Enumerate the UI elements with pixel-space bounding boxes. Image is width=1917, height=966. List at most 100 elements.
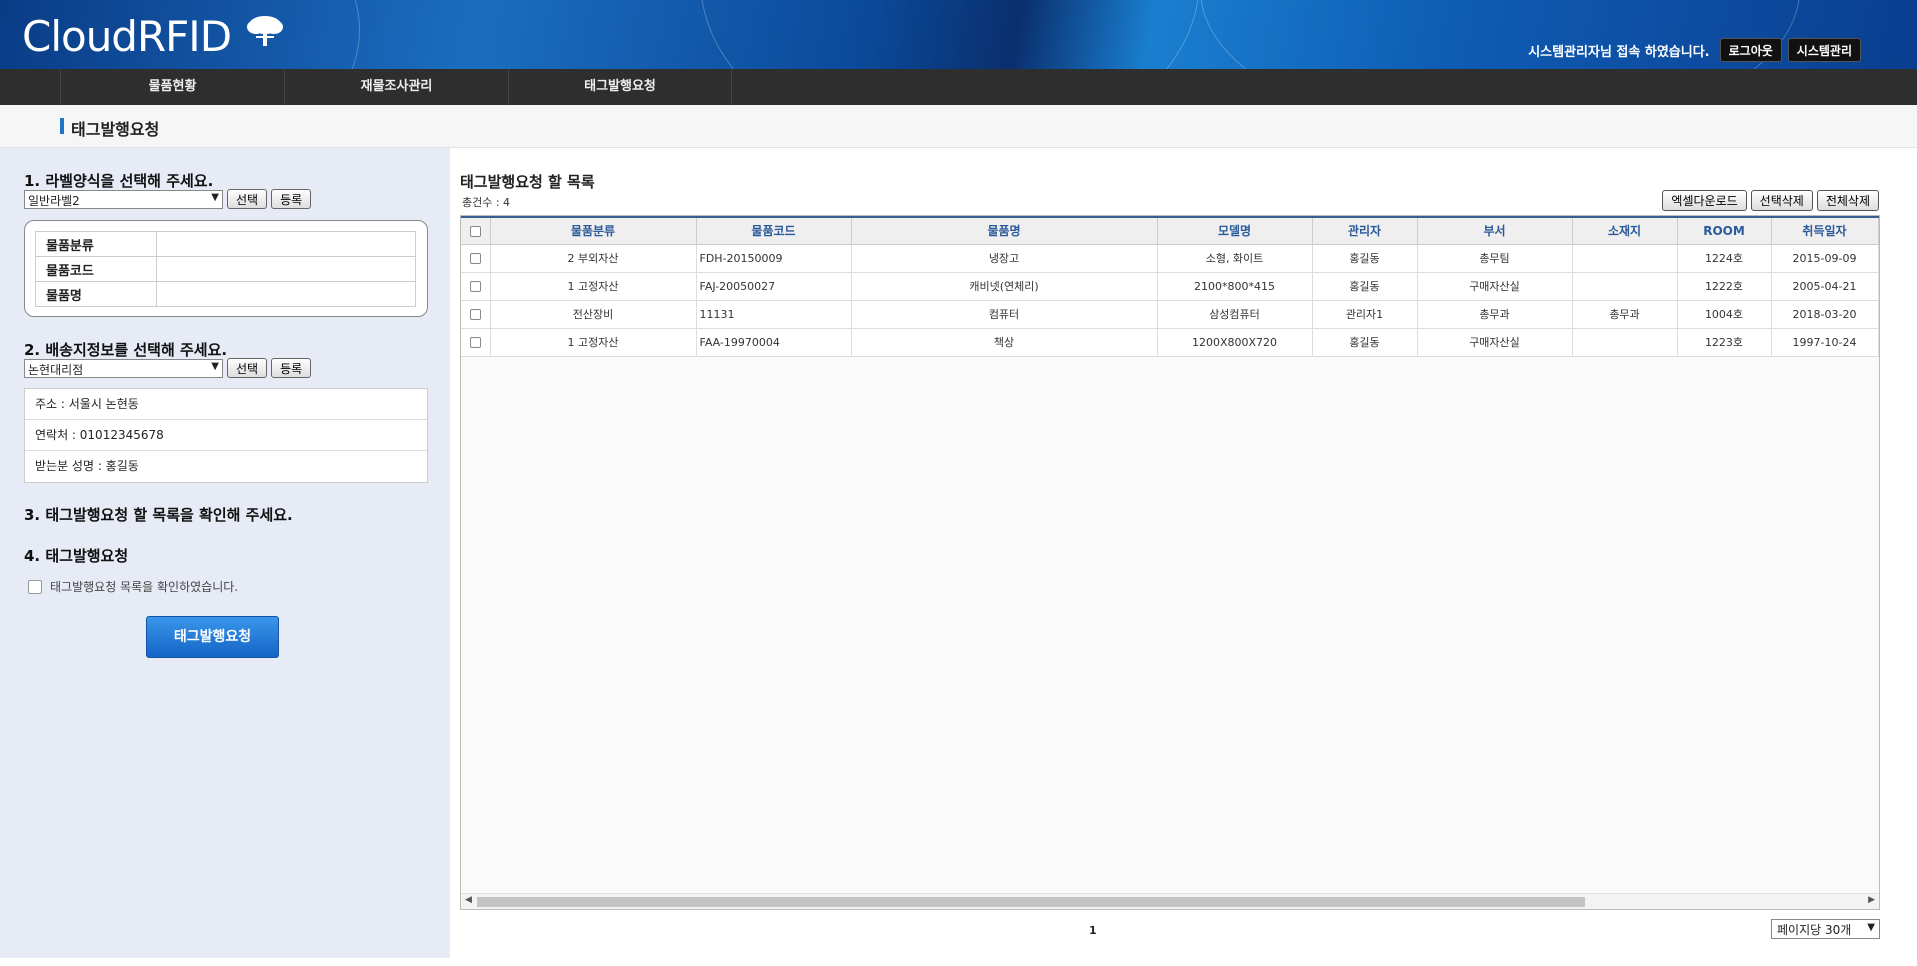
table-cell: 2100*800*415 bbox=[1157, 272, 1313, 301]
cloud-tree-icon bbox=[247, 16, 283, 46]
title-marker bbox=[60, 118, 64, 134]
nav-item-inventory-status[interactable]: 물품현황 bbox=[60, 69, 284, 105]
scroll-right-icon[interactable]: ▶ bbox=[1868, 895, 1875, 905]
shipping-info-box: 주소 : 서울시 논현동 연락처 : 01012345678 받는분 성명 : … bbox=[24, 388, 428, 483]
step1-heading: 1. 라벨양식을 선택해 주세요. bbox=[24, 172, 214, 190]
label-field-key: 물품코드 bbox=[35, 256, 157, 282]
table-cell: 1 고정자산 bbox=[490, 272, 697, 301]
table-cell: 홍길동 bbox=[1312, 272, 1418, 301]
table-cell: 구매자산실 bbox=[1417, 272, 1573, 301]
table-cell: 1223호 bbox=[1677, 328, 1772, 357]
table-cell: 1004호 bbox=[1677, 300, 1772, 329]
app-logo[interactable]: CloudRFID bbox=[22, 12, 232, 61]
excel-download-button[interactable]: 엑셀다운로드 bbox=[1662, 190, 1747, 211]
nav-item-inventory-check[interactable]: 재물조사관리 bbox=[284, 69, 508, 105]
table-cell: 총무과 bbox=[1572, 300, 1678, 329]
table-cell: 냉장고 bbox=[851, 244, 1158, 273]
column-header[interactable]: 관리자 bbox=[1312, 218, 1418, 245]
delete-all-button[interactable]: 전체삭제 bbox=[1816, 190, 1879, 211]
horizontal-scrollbar[interactable]: ◀ ▶ bbox=[461, 893, 1879, 909]
table-cell: 1200X800X720 bbox=[1157, 328, 1313, 357]
nav-item-tag-request[interactable]: 태그발행요청 bbox=[508, 69, 732, 105]
column-header[interactable]: 취득일자 bbox=[1771, 218, 1879, 245]
table-cell: 컴퓨터 bbox=[851, 300, 1158, 329]
table-cell: 책상 bbox=[851, 328, 1158, 357]
dropdown-arrow-icon: ▼ bbox=[1867, 922, 1875, 933]
table-cell: 2018-03-20 bbox=[1771, 300, 1879, 329]
label-field-key: 물품명 bbox=[35, 281, 157, 307]
row-checkbox[interactable] bbox=[469, 309, 481, 320]
table-row[interactable]: 전산장비 11131 컴퓨터 삼성컴퓨터 관리자1 총무과 총무과 1004호 … bbox=[461, 300, 1879, 329]
request-list-grid: 물품분류 물품코드 물품명 모델명 관리자 부서 소재지 ROOM 취득일자 2… bbox=[460, 215, 1880, 910]
table-cell: 관리자1 bbox=[1312, 300, 1418, 329]
table-cell: 2015-09-09 bbox=[1771, 244, 1879, 273]
shipping-phone: 연락처 : 01012345678 bbox=[25, 420, 427, 451]
welcome-text: 시스템관리자님 접속 하였습니다. bbox=[1528, 44, 1710, 60]
shipping-address: 주소 : 서울시 논현동 bbox=[25, 389, 427, 420]
table-cell: 1222호 bbox=[1677, 272, 1772, 301]
dropdown-arrow-icon: ▼ bbox=[211, 191, 219, 203]
table-cell: 구매자산실 bbox=[1417, 328, 1573, 357]
table-cell: 삼성컴퓨터 bbox=[1157, 300, 1313, 329]
main-nav: 물품현황 재물조사관리 태그발행요청 bbox=[0, 69, 1917, 105]
confirm-checkbox[interactable] bbox=[28, 579, 42, 594]
shipping-select[interactable]: 논현대리점 ▼ bbox=[24, 358, 223, 378]
column-header[interactable]: 물품코드 bbox=[696, 218, 852, 245]
table-cell: FDH-20150009 bbox=[696, 244, 852, 273]
step2-heading: 2. 배송지정보를 선택해 주세요. bbox=[24, 341, 228, 359]
column-header[interactable]: 물품명 bbox=[851, 218, 1158, 245]
request-form-panel: 1. 라벨양식을 선택해 주세요. 일반라벨2 ▼ 선택 등록 물품분류 물품코드… bbox=[0, 148, 450, 958]
table-header-row: 물품분류 물품코드 물품명 모델명 관리자 부서 소재지 ROOM 취득일자 bbox=[461, 218, 1879, 245]
page-title: 태그발행요청 bbox=[71, 120, 160, 139]
submit-tag-request-button[interactable]: 태그발행요청 bbox=[146, 616, 279, 658]
page-number[interactable]: 1 bbox=[1089, 924, 1097, 937]
shipping-select-button[interactable]: 선택 bbox=[227, 358, 268, 378]
table-cell: 1 고정자산 bbox=[490, 328, 697, 357]
row-checkbox[interactable] bbox=[469, 281, 481, 292]
table-row[interactable]: 1 고정자산 FAA-19970004 책상 1200X800X720 홍길동 … bbox=[461, 328, 1879, 357]
table-cell: FAA-19970004 bbox=[696, 328, 852, 357]
table-cell: 홍길동 bbox=[1312, 328, 1418, 357]
dropdown-arrow-icon: ▼ bbox=[211, 360, 219, 372]
label-field-value bbox=[156, 281, 416, 307]
confirm-label: 태그발행요청 목록을 확인하였습니다. bbox=[50, 580, 239, 594]
row-checkbox[interactable] bbox=[469, 337, 481, 348]
table-cell bbox=[1572, 244, 1678, 273]
table-cell: 2 부외자산 bbox=[490, 244, 697, 273]
label-register-button[interactable]: 등록 bbox=[271, 189, 312, 209]
system-admin-button[interactable]: 시스템관리 bbox=[1787, 38, 1861, 62]
confirm-row[interactable]: 태그발행요청 목록을 확인하였습니다. bbox=[28, 578, 238, 595]
page-title-bar: 태그발행요청 bbox=[0, 105, 1917, 148]
shipping-recipient: 받는분 성명 : 홍길동 bbox=[35, 459, 139, 473]
table-row[interactable]: 2 부외자산 FDH-20150009 냉장고 소형, 화이트 홍길동 총무팀 … bbox=[461, 244, 1879, 273]
scroll-thumb[interactable] bbox=[477, 897, 1585, 907]
shipping-register-button[interactable]: 등록 bbox=[271, 358, 312, 378]
row-checkbox[interactable] bbox=[469, 253, 481, 264]
list-title: 태그발행요청 할 목록 bbox=[460, 173, 595, 191]
column-header[interactable]: 모델명 bbox=[1157, 218, 1313, 245]
per-page-select[interactable]: 페이지당 30개 ▼ bbox=[1771, 919, 1880, 939]
select-all-checkbox[interactable] bbox=[469, 225, 481, 237]
table-row[interactable]: 1 고정자산 FAJ-20050027 캐비넷(연체리) 2100*800*41… bbox=[461, 272, 1879, 301]
table-cell: 소형, 화이트 bbox=[1157, 244, 1313, 273]
column-header[interactable]: 소재지 bbox=[1572, 218, 1678, 245]
logout-button[interactable]: 로그아웃 bbox=[1719, 38, 1782, 62]
table-cell: 총무과 bbox=[1417, 300, 1573, 329]
banner-decoration bbox=[700, 0, 1200, 69]
table-cell: 홍길동 bbox=[1312, 244, 1418, 273]
scroll-left-icon[interactable]: ◀ bbox=[465, 895, 472, 905]
label-select-button[interactable]: 선택 bbox=[227, 189, 268, 209]
delete-selected-button[interactable]: 선택삭제 bbox=[1750, 190, 1813, 211]
table-cell bbox=[1572, 272, 1678, 301]
column-header[interactable]: 물품분류 bbox=[490, 218, 697, 245]
table-cell: 1997-10-24 bbox=[1771, 328, 1879, 357]
column-header[interactable]: ROOM bbox=[1677, 218, 1772, 245]
table-cell: FAJ-20050027 bbox=[696, 272, 852, 301]
label-field-key: 물품분류 bbox=[35, 231, 157, 257]
column-header[interactable]: 부서 bbox=[1417, 218, 1573, 245]
header-banner: CloudRFID 시스템관리자님 접속 하였습니다. 로그아웃 시스템관리 bbox=[0, 0, 1917, 69]
label-preview-box: 물품분류 물품코드 물품명 bbox=[24, 220, 428, 317]
total-count: 총건수 : 4 bbox=[462, 196, 511, 209]
label-field-value bbox=[156, 256, 416, 282]
label-format-select[interactable]: 일반라벨2 ▼ bbox=[24, 189, 223, 209]
